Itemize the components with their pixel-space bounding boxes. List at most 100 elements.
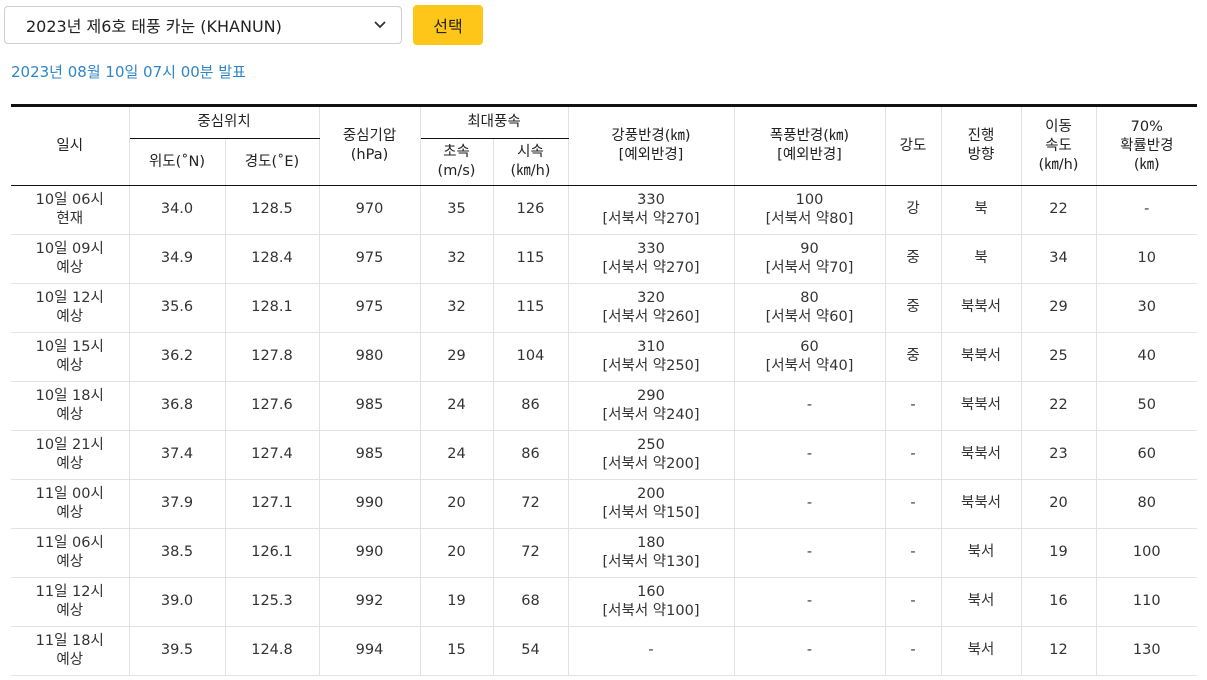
cell-speed: 22 xyxy=(1020,381,1097,431)
cell-time-text: 11일 06시 xyxy=(35,534,104,551)
cell-status-text: 예상 xyxy=(56,407,84,423)
cell-intensity: - xyxy=(884,381,942,431)
cell-speed: 20 xyxy=(1020,479,1097,529)
cell-wind-kmh: 72 xyxy=(492,528,569,578)
cell-speed: 23 xyxy=(1020,430,1097,480)
gale-exception: [서북서 약100] xyxy=(602,603,700,619)
cell-direction: 북북서 xyxy=(940,381,1022,431)
cell-lat: 36.2 xyxy=(128,332,226,382)
cell-wind-kmh: 86 xyxy=(492,430,569,480)
cell-lat: 39.5 xyxy=(128,626,226,676)
table-row: 10일 09시 예상 34.9 128.4 975 32 115 330 [서북서 약270] 9… xyxy=(11,234,1197,284)
cell-lon: 128.1 xyxy=(224,283,320,333)
cell-storm-radius: - xyxy=(733,430,886,480)
gale-value: 310 xyxy=(637,338,665,355)
gale-value: 160 xyxy=(637,583,665,600)
typhoon-select-dropdown[interactable]: 2023년 제6호 태풍 카눈 (KHANUN) xyxy=(4,6,402,44)
cell-lat: 35.6 xyxy=(128,283,226,333)
cell-wind-ms: 24 xyxy=(419,381,494,431)
cell-wind-ms: 35 xyxy=(419,185,494,235)
cell-wind-ms: 20 xyxy=(419,479,494,529)
table-row: 11일 00시 예상 37.9 127.1 990 20 72 200 [서북서 약150] - -… xyxy=(11,479,1197,529)
typhoon-selector-bar: 2023년 제6호 태풍 카눈 (KHANUN) 선택 xyxy=(4,5,483,45)
cell-probability-radius: 30 xyxy=(1095,283,1197,333)
cell-probability-radius: 40 xyxy=(1095,332,1197,382)
cell-wind-ms: 24 xyxy=(419,430,494,480)
gale-value: 320 xyxy=(637,289,665,306)
header-storm-radius: 폭풍반경(㎞) [예외반경] xyxy=(733,105,886,186)
cell-wind-ms: 32 xyxy=(419,283,494,333)
typhoon-select-value: 2023년 제6호 태풍 카눈 (KHANUN) xyxy=(26,17,282,36)
cell-pressure: 990 xyxy=(318,479,421,529)
header-intensity: 강도 xyxy=(884,105,942,186)
cell-lat: 39.0 xyxy=(128,577,226,627)
cell-datetime: 10일 18시 예상 xyxy=(11,381,130,431)
storm-value: 90 xyxy=(800,240,819,257)
cell-wind-kmh: 115 xyxy=(492,234,569,284)
cell-speed: 34 xyxy=(1020,234,1097,284)
cell-time-text: 10일 21시 xyxy=(35,436,104,453)
gale-exception: [서북서 약150] xyxy=(602,505,700,521)
header-center-position: 중심위치 xyxy=(128,105,320,139)
cell-wind-ms: 32 xyxy=(419,234,494,284)
cell-speed: 19 xyxy=(1020,528,1097,578)
cell-lon: 125.3 xyxy=(224,577,320,627)
cell-gale-radius: 330 [서북서 약270] xyxy=(567,234,735,284)
cell-datetime: 11일 00시 예상 xyxy=(11,479,130,529)
cell-time-text: 11일 12시 xyxy=(35,583,104,600)
storm-exception: [서북서 약60] xyxy=(765,309,854,325)
header-wind-ms: 초속 (m/s) xyxy=(419,138,494,186)
table-body: 10일 06시 현재 34.0 128.5 970 35 126 330 [서북서 약270] 1… xyxy=(11,185,1197,676)
cell-wind-ms: 19 xyxy=(419,577,494,627)
table-row: 11일 06시 예상 38.5 126.1 990 20 72 180 [서북서 약130] - -… xyxy=(11,528,1197,578)
cell-gale-radius: 290 [서북서 약240] xyxy=(567,381,735,431)
cell-lon: 128.5 xyxy=(224,185,320,235)
table-row: 10일 18시 예상 36.8 127.6 985 24 86 290 [서북서 약240] - -… xyxy=(11,381,1197,431)
cell-speed: 29 xyxy=(1020,283,1097,333)
cell-probability-radius: 80 xyxy=(1095,479,1197,529)
header-gale-radius: 강풍반경(㎞) [예외반경] xyxy=(567,105,735,186)
cell-wind-ms: 29 xyxy=(419,332,494,382)
cell-speed: 22 xyxy=(1020,185,1097,235)
cell-probability-radius: - xyxy=(1095,185,1197,235)
cell-lat: 37.4 xyxy=(128,430,226,480)
cell-storm-radius: - xyxy=(733,577,886,627)
storm-exception: [서북서 약80] xyxy=(765,211,854,227)
cell-datetime: 10일 21시예상 xyxy=(11,430,130,480)
cell-speed: 16 xyxy=(1020,577,1097,627)
cell-storm-radius: 90 [서북서 약70] xyxy=(733,234,886,284)
cell-gale-radius: 330 [서북서 약270] xyxy=(567,185,735,235)
cell-storm-radius: - xyxy=(733,381,886,431)
cell-lon: 127.6 xyxy=(224,381,320,431)
gale-value: 250 xyxy=(637,436,665,453)
cell-lat: 36.8 xyxy=(128,381,226,431)
cell-lon: 127.8 xyxy=(224,332,320,382)
gale-exception: [서북서 약200] xyxy=(602,456,700,472)
table-row: 10일 21시 예상 37.4 127.4 985 24 86 250 [서북서 약200] - -… xyxy=(11,430,1197,480)
cell-datetime: 10일 12시예상 xyxy=(11,283,130,333)
cell-status-text: 예상 xyxy=(56,309,84,325)
cell-wind-kmh: 104 xyxy=(492,332,569,382)
cell-speed: 12 xyxy=(1020,626,1097,676)
select-button[interactable]: 선택 xyxy=(413,5,483,45)
cell-gale-radius: 180 [서북서 약130] xyxy=(567,528,735,578)
cell-status-text: 예상 xyxy=(56,456,84,472)
header-wind-kmh: 시속 (㎞/h) xyxy=(492,138,568,186)
cell-lat: 34.0 xyxy=(128,185,226,235)
gale-exception: [서북서 약130] xyxy=(602,554,700,570)
cell-storm-radius: - xyxy=(733,626,886,676)
header-max-wind: 최대풍속 xyxy=(419,105,569,139)
cell-probability-radius: 100 xyxy=(1095,528,1197,578)
cell-direction: 북북서 xyxy=(940,430,1022,480)
gale-value: 180 xyxy=(637,534,665,551)
cell-pressure: 975 xyxy=(318,283,421,333)
cell-pressure: 970 xyxy=(318,185,421,235)
cell-status-text: 현재 xyxy=(56,211,84,227)
cell-gale-radius: 310 [서북서 약250] xyxy=(567,332,735,382)
cell-probability-radius: 50 xyxy=(1095,381,1197,431)
cell-pressure: 992 xyxy=(318,577,421,627)
gale-exception: [서북서 약240] xyxy=(602,407,700,423)
cell-intensity: - xyxy=(884,479,942,529)
cell-status-text: 예상 xyxy=(56,554,84,570)
cell-time-text: 10일 12시 xyxy=(35,289,104,306)
